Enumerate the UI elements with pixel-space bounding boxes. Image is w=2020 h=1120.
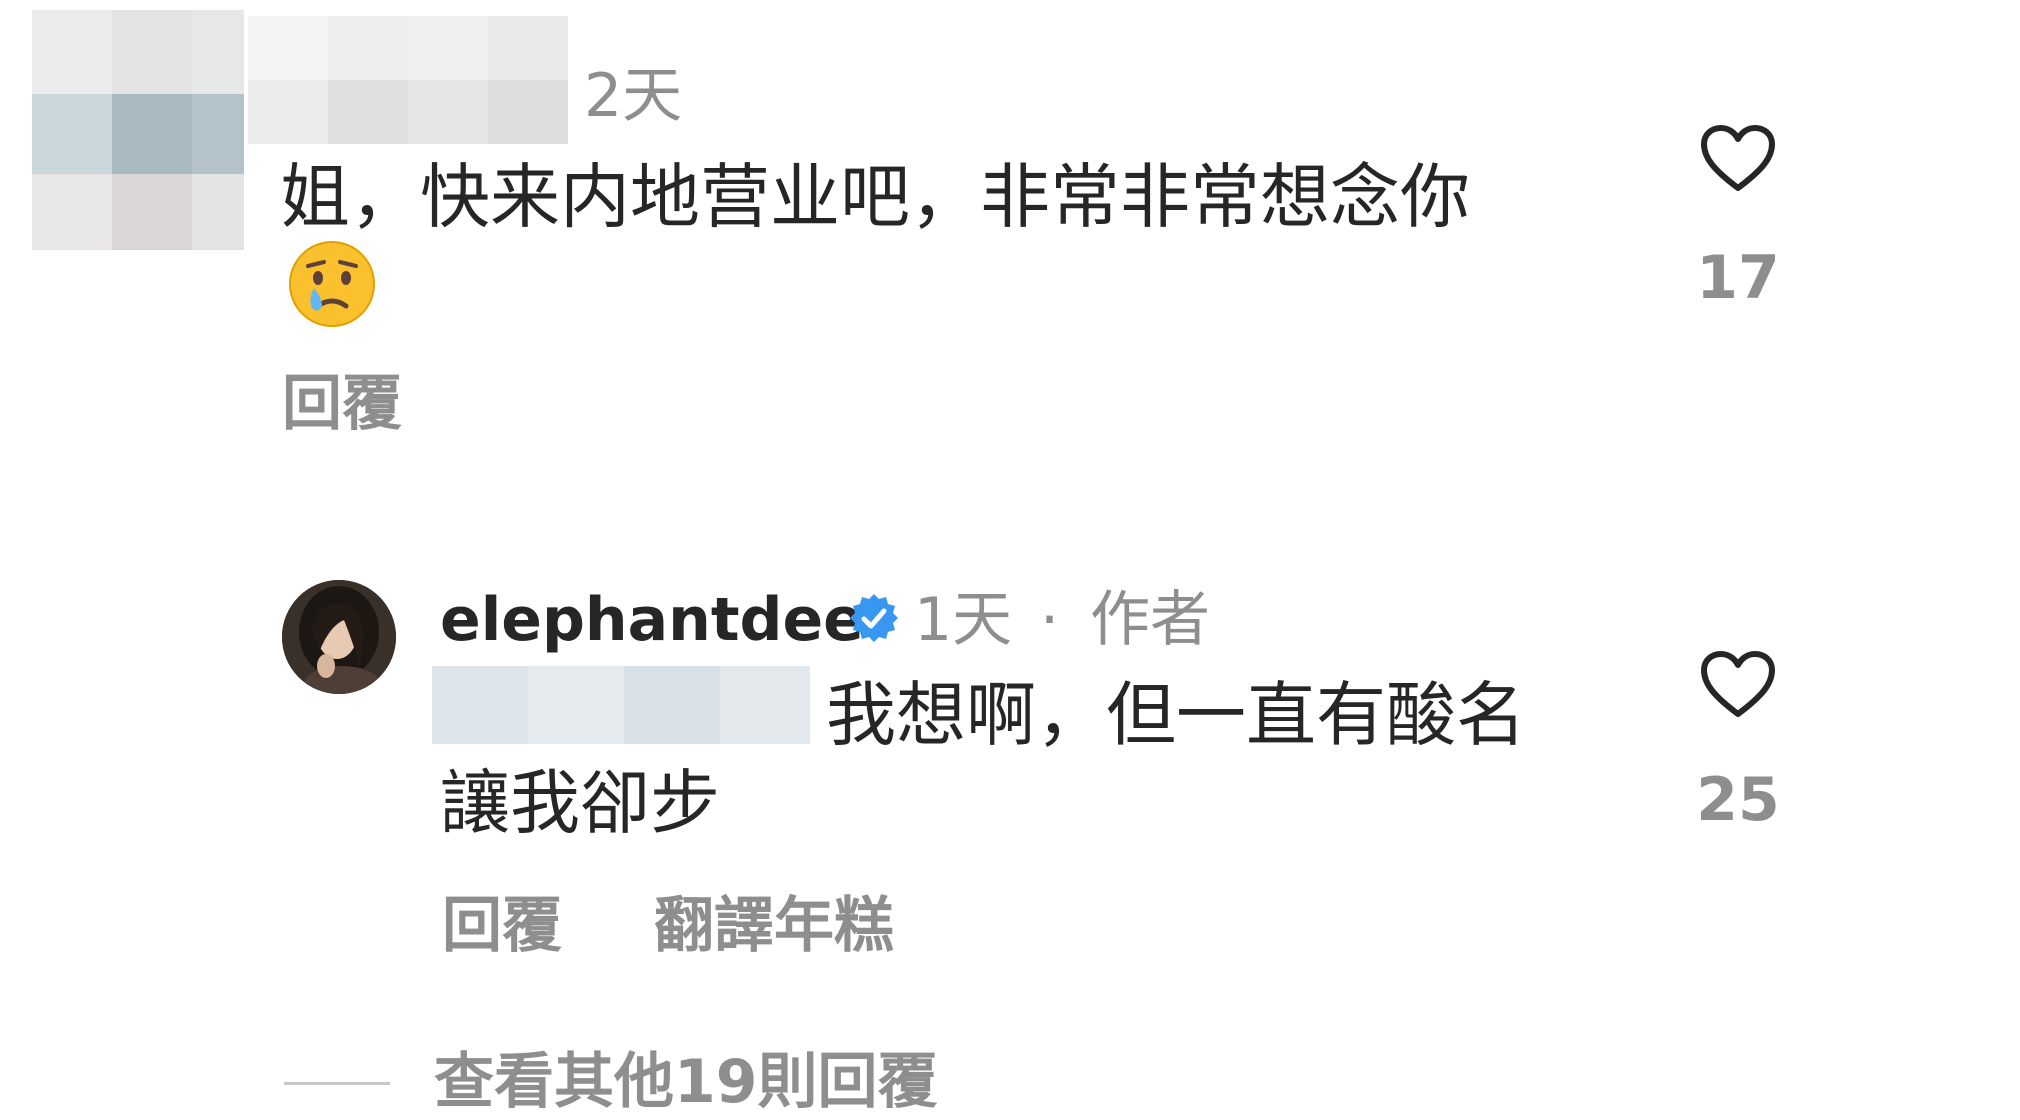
view-more-replies-button[interactable]: 查看其他19則回覆 — [434, 1052, 938, 1112]
meta-separator: · — [1040, 585, 1060, 655]
blurred-avatar[interactable] — [32, 10, 244, 250]
reply-timestamp: 1天 — [914, 585, 1013, 655]
reply-text-line1: 我想啊，但一直有酸名 — [826, 674, 1526, 756]
view-replies-divider — [284, 1082, 390, 1085]
translate-button[interactable]: 翻譯年糕 — [654, 896, 894, 956]
author-label: 作者 — [1090, 585, 1210, 655]
blurred-mention[interactable] — [432, 666, 810, 744]
reply-username[interactable]: elephantdee — [440, 590, 864, 650]
reply-text-line2: 讓我卻步 — [440, 762, 720, 844]
reply-button[interactable]: 回覆 — [442, 896, 562, 956]
heart-outline-icon[interactable] — [1700, 650, 1776, 720]
blurred-username[interactable] — [248, 16, 568, 144]
reply-button[interactable]: 回覆 — [282, 374, 402, 434]
like-count: 25 — [1696, 765, 1780, 835]
avatar[interactable] — [282, 580, 396, 694]
like-count: 17 — [1696, 243, 1780, 313]
verified-badge-icon — [848, 592, 900, 644]
crying-emoji-icon — [288, 240, 376, 328]
comment-text: 姐，快来内地营业吧，非常非常想念你 — [280, 156, 1470, 238]
heart-outline-icon[interactable] — [1700, 124, 1776, 194]
comment-timestamp: 2天 — [584, 61, 683, 131]
